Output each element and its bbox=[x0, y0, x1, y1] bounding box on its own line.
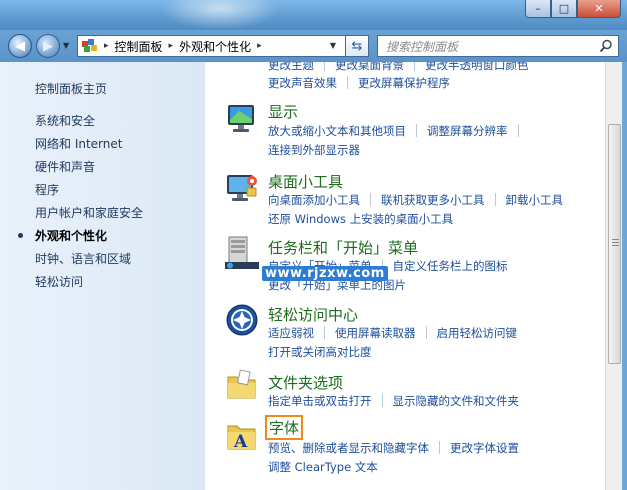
address-dropdown-icon[interactable]: ▼ bbox=[330, 41, 336, 50]
breadcrumb-appearance[interactable]: 外观和个性化 bbox=[179, 38, 251, 55]
link-uninstall-gadget[interactable]: 卸载小工具 bbox=[506, 192, 564, 208]
link-font-settings[interactable]: 更改字体设置 bbox=[450, 440, 519, 456]
link-low-vision[interactable]: 适应弱视 bbox=[268, 325, 314, 341]
link-access-keys[interactable]: 启用轻松访问键 bbox=[437, 325, 518, 341]
ease-links-row-2: 打开或关闭高对比度 bbox=[268, 344, 372, 360]
active-bullet-icon bbox=[18, 233, 23, 238]
recent-pages-dropdown[interactable]: ▼ bbox=[63, 41, 69, 50]
taskbar-icon[interactable] bbox=[225, 236, 259, 270]
section-title-display[interactable]: 显示 bbox=[268, 101, 298, 122]
link-zoom-text[interactable]: 放大或缩小文本和其他项目 bbox=[268, 123, 406, 139]
back-button[interactable]: ◀ bbox=[8, 34, 32, 58]
sidebar-item-network[interactable]: 网络和 Internet bbox=[35, 135, 122, 152]
link-single-double-click[interactable]: 指定单击或双击打开 bbox=[268, 393, 372, 409]
ease-links-row-1: 适应弱视 使用屏幕读取器 启用轻松访问键 bbox=[268, 325, 517, 341]
sidebar-item-user-accounts[interactable]: 用户帐户和家庭安全 bbox=[35, 204, 143, 221]
link-cleartype[interactable]: 调整 ClearType 文本 bbox=[268, 459, 378, 475]
fonts-icon[interactable]: A bbox=[225, 420, 259, 454]
gadgets-icon[interactable] bbox=[225, 170, 259, 204]
svg-text:A: A bbox=[233, 432, 248, 452]
link-screen-reader[interactable]: 使用屏幕读取器 bbox=[335, 325, 416, 341]
search-placeholder: 搜索控制面板 bbox=[386, 39, 459, 54]
refresh-icon: ⇆ bbox=[351, 38, 363, 54]
breadcrumb-control-panel[interactable]: 控制面板 bbox=[115, 38, 163, 55]
minimize-button[interactable]: – bbox=[525, 0, 551, 18]
arrow-left-icon: ◀ bbox=[15, 38, 25, 54]
folder-options-icon[interactable] bbox=[225, 369, 259, 403]
link-change-desktop-bg[interactable]: 更改桌面背景 bbox=[335, 62, 404, 73]
section-title-folder-options[interactable]: 文件夹选项 bbox=[268, 372, 343, 393]
section-title-fonts[interactable]: 字体 bbox=[265, 415, 304, 440]
ie-logo-glare bbox=[160, 0, 280, 30]
forward-button[interactable]: ▶ bbox=[36, 34, 60, 58]
ease-of-access-icon[interactable] bbox=[225, 303, 259, 337]
link-show-hidden-files[interactable]: 显示隐藏的文件和文件夹 bbox=[393, 393, 520, 409]
chevron-right-icon: ▸ bbox=[257, 41, 262, 51]
gadgets-links-row-1: 向桌面添加小工具 联机获取更多小工具 卸载小工具 bbox=[268, 192, 563, 208]
search-icon[interactable] bbox=[599, 39, 613, 53]
link-screen-resolution[interactable]: 调整屏幕分辨率 bbox=[427, 123, 508, 139]
sidebar-home-link[interactable]: 控制面板主页 bbox=[35, 80, 107, 97]
display-icon[interactable] bbox=[225, 102, 259, 136]
navigation-bar: ◀ ▶ ▼ ▸ 控制面板 ▸ 外观和个性化 ▸ ▼ ⇆ 搜索控制面板 bbox=[0, 30, 627, 62]
window-controls: – □ ✕ bbox=[525, 0, 621, 18]
partial-links-row-1: 更改主题 更改桌面背景 更改半透明窗口颜色 bbox=[268, 62, 529, 73]
scrollbar-thumb[interactable] bbox=[608, 124, 621, 364]
maximize-button[interactable]: □ bbox=[551, 0, 577, 18]
folder-links-row-1: 指定单击或双击打开 显示隐藏的文件和文件夹 bbox=[268, 393, 519, 409]
link-change-screensaver[interactable]: 更改屏幕保护程序 bbox=[358, 75, 450, 91]
address-bar[interactable]: ▸ 控制面板 ▸ 外观和个性化 ▸ ▼ bbox=[77, 35, 367, 57]
link-change-window-color[interactable]: 更改半透明窗口颜色 bbox=[425, 62, 529, 73]
section-title-gadgets[interactable]: 桌面小工具 bbox=[268, 171, 343, 192]
chevron-right-icon: ▸ bbox=[104, 41, 109, 51]
section-title-taskbar[interactable]: 任务栏和「开始」菜单 bbox=[268, 237, 418, 258]
partial-links-row-2: 更改声音效果 更改屏幕保护程序 bbox=[268, 75, 450, 91]
chevron-right-icon: ▸ bbox=[168, 41, 174, 51]
sidebar-item-system-security[interactable]: 系统和安全 bbox=[35, 112, 95, 129]
sidebar: 控制面板主页 系统和安全 网络和 Internet 硬件和声音 程序 用户帐户和… bbox=[0, 62, 205, 490]
fonts-links-row-1: 预览、删除或者显示和隐藏字体 更改字体设置 bbox=[268, 440, 519, 456]
sidebar-item-ease-of-access[interactable]: 轻松访问 bbox=[35, 273, 83, 290]
link-change-sounds[interactable]: 更改声音效果 bbox=[268, 75, 337, 91]
link-change-theme[interactable]: 更改主题 bbox=[268, 62, 314, 73]
link-high-contrast[interactable]: 打开或关闭高对比度 bbox=[268, 344, 372, 360]
display-links-row-1: 放大或缩小文本和其他项目 调整屏幕分辨率 bbox=[268, 123, 529, 139]
arrow-right-icon: ▶ bbox=[43, 38, 53, 54]
vertical-scrollbar[interactable] bbox=[605, 62, 622, 490]
gadgets-links-row-2: 还原 Windows 上安装的桌面小工具 bbox=[268, 211, 453, 227]
refresh-button[interactable]: ⇆ bbox=[345, 35, 369, 57]
link-preview-fonts[interactable]: 预览、删除或者显示和隐藏字体 bbox=[268, 440, 429, 456]
sidebar-item-programs[interactable]: 程序 bbox=[35, 181, 59, 198]
search-input[interactable]: 搜索控制面板 bbox=[377, 35, 619, 57]
link-add-gadgets[interactable]: 向桌面添加小工具 bbox=[268, 192, 360, 208]
display-links-row-2: 连接到外部显示器 bbox=[268, 142, 360, 158]
sidebar-item-clock-region[interactable]: 时钟、语言和区域 bbox=[35, 250, 131, 267]
link-get-more-gadgets[interactable]: 联机获取更多小工具 bbox=[381, 192, 485, 208]
sidebar-item-hardware-sound[interactable]: 硬件和声音 bbox=[35, 158, 95, 175]
title-bar: – □ ✕ bbox=[0, 0, 627, 30]
link-customize-taskbar-icons[interactable]: 自定义任务栏上的图标 bbox=[393, 258, 508, 274]
link-restore-gadgets[interactable]: 还原 Windows 上安装的桌面小工具 bbox=[268, 211, 453, 227]
close-button[interactable]: ✕ bbox=[577, 0, 621, 18]
sidebar-item-appearance: 外观和个性化 bbox=[35, 229, 108, 243]
link-external-display[interactable]: 连接到外部显示器 bbox=[268, 142, 360, 158]
fonts-links-row-2: 调整 ClearType 文本 bbox=[268, 459, 378, 475]
section-title-ease-of-access[interactable]: 轻松访问中心 bbox=[268, 304, 358, 325]
window-frame-edge bbox=[622, 62, 627, 490]
watermark: www.rjzxw.com bbox=[262, 266, 388, 281]
control-panel-icon bbox=[82, 39, 100, 53]
